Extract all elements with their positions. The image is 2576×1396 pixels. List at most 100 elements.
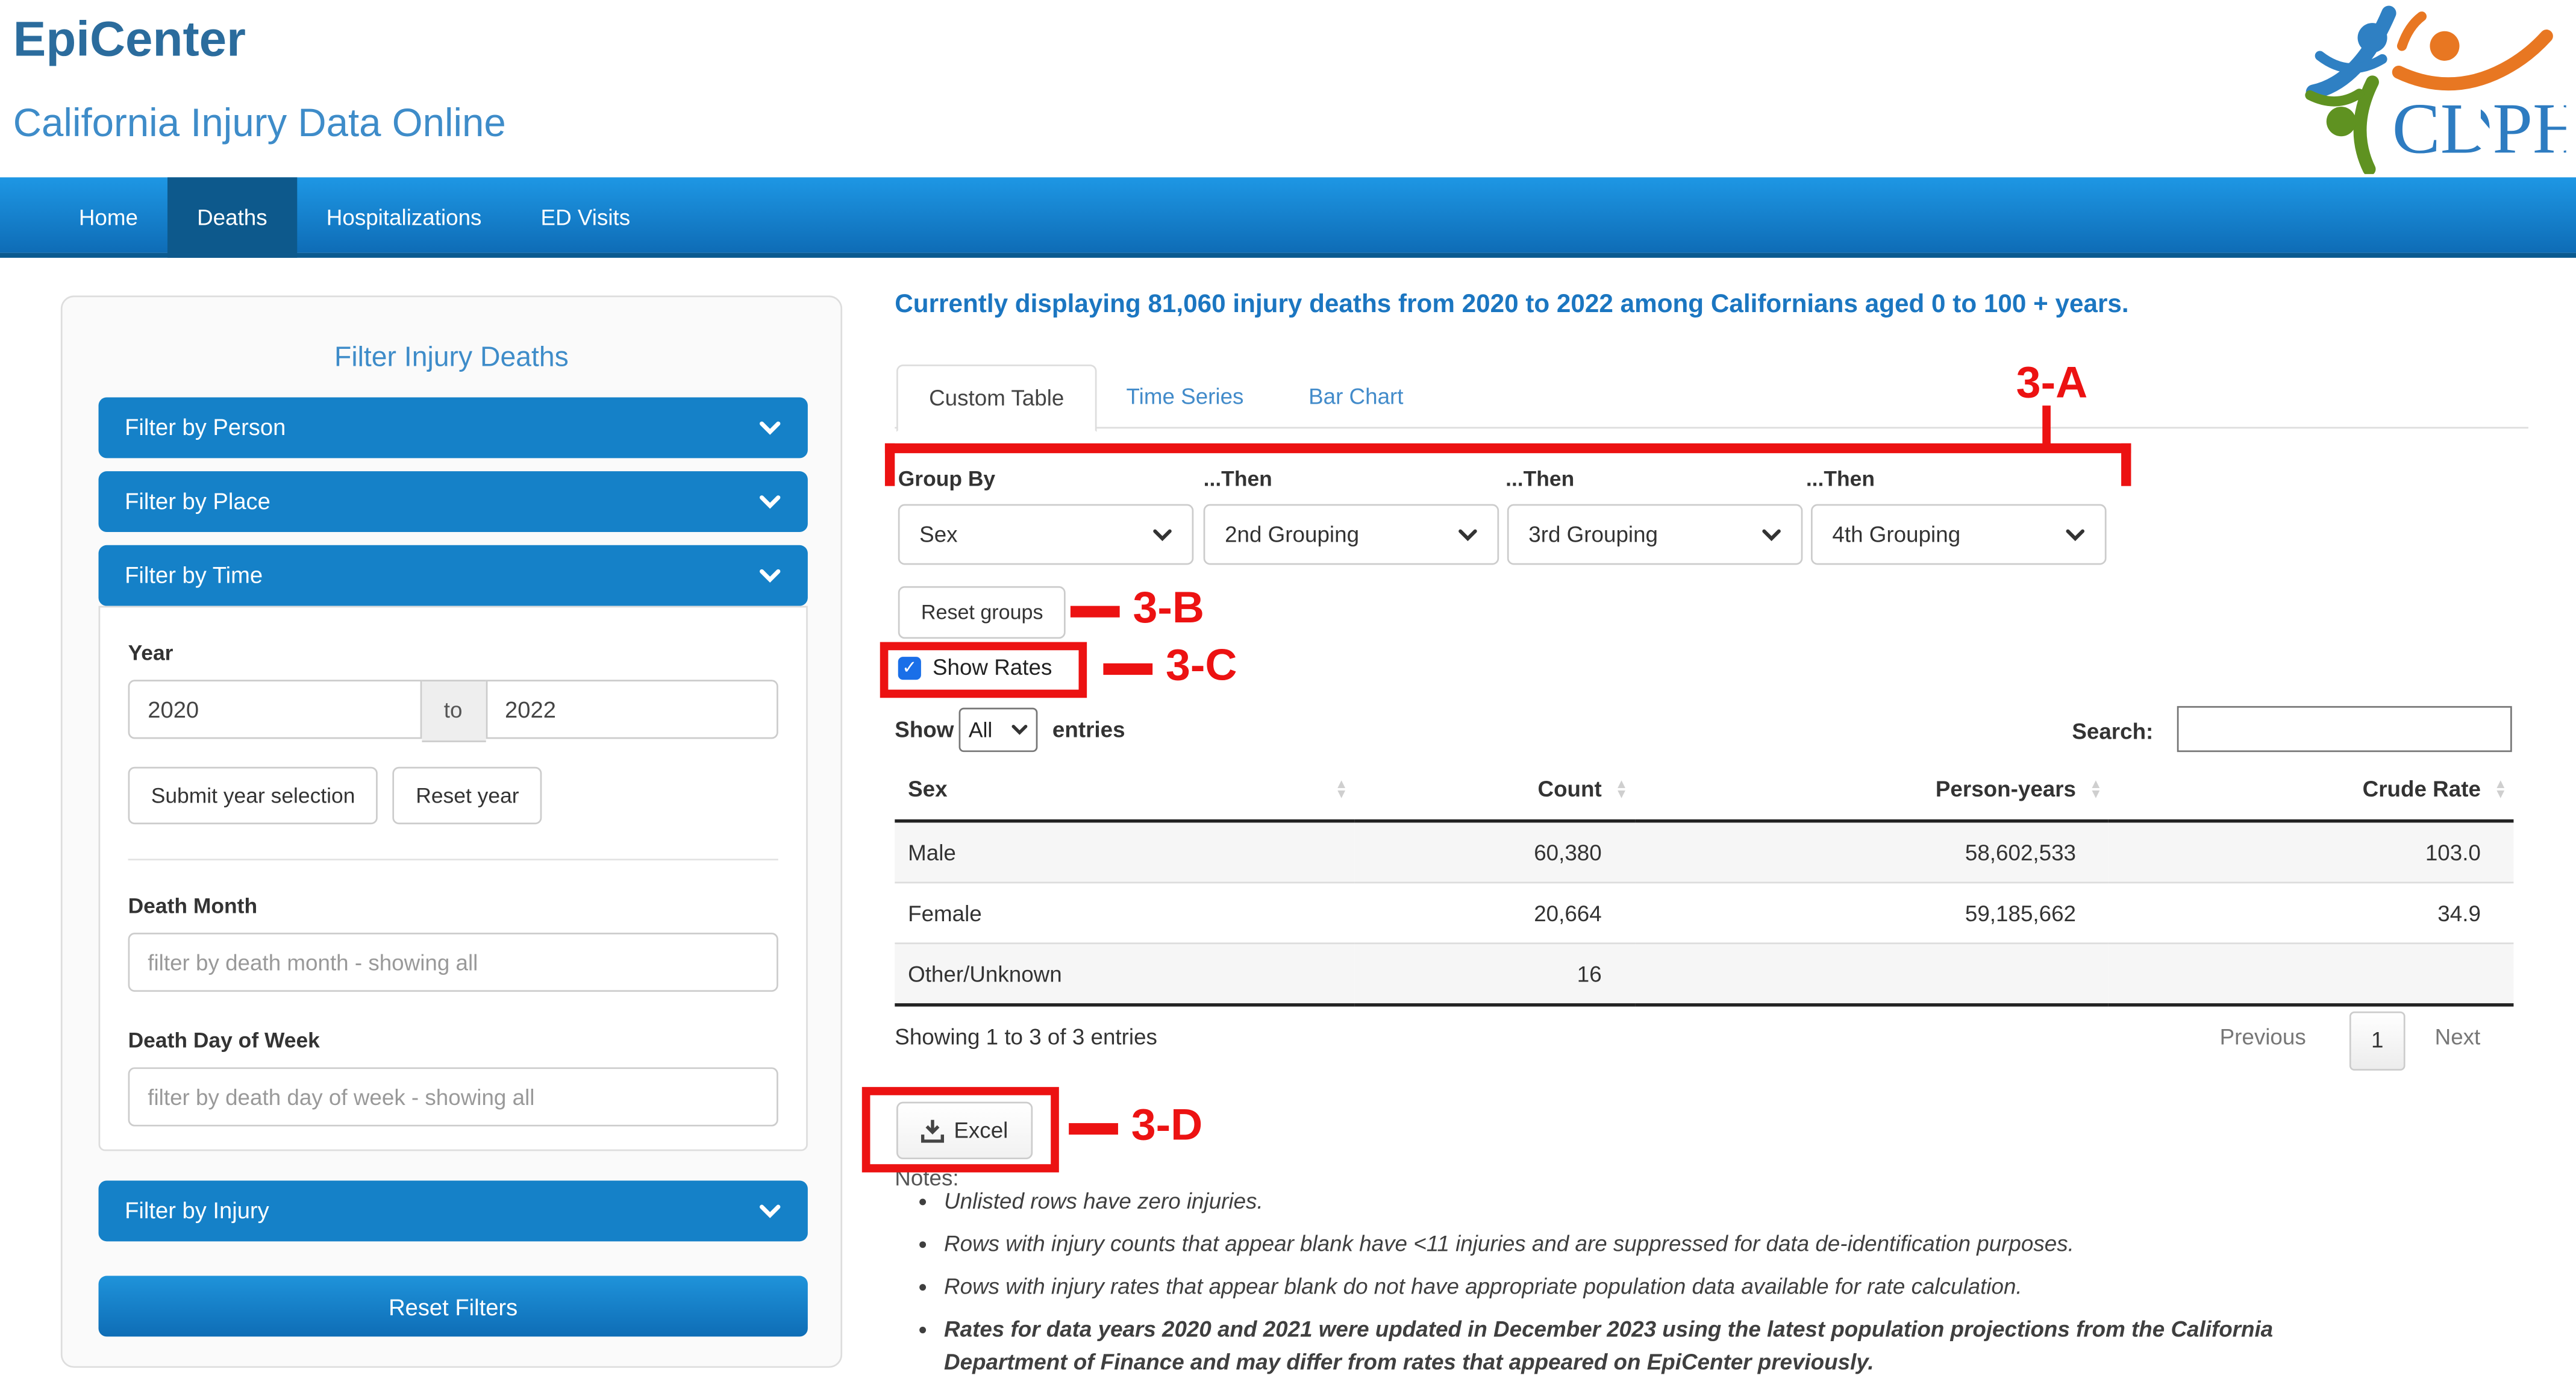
- year-range-group: to: [128, 680, 778, 742]
- chevron-down-icon: [759, 1204, 781, 1218]
- note-line: Rates for data years 2020 and 2021 were …: [944, 1316, 2274, 1342]
- cell-count: 20,664: [1534, 900, 1602, 925]
- cell-sex: Female: [908, 900, 982, 925]
- tab-time-series[interactable]: Time Series: [1127, 365, 1244, 428]
- select-value: 3rd Grouping: [1528, 522, 1658, 547]
- select-value: Sex: [919, 522, 958, 547]
- select-value: 2nd Grouping: [1225, 522, 1360, 547]
- note-item: Rows with injury rates that appear blank…: [944, 1271, 2520, 1304]
- search-label: Search:: [2072, 719, 2154, 744]
- pagination-page-1[interactable]: 1: [2349, 1011, 2406, 1071]
- cell-sex: Male: [908, 839, 956, 865]
- logo-figure-orange: [2392, 30, 2553, 91]
- column-label: Crude Rate: [2362, 777, 2481, 801]
- chevron-down-icon: [759, 421, 781, 434]
- accordion-filter-by-time[interactable]: Filter by Time: [98, 545, 808, 606]
- select-value: All: [968, 717, 993, 742]
- chevron-down-icon: [1458, 528, 1477, 540]
- show-rates-checkbox[interactable]: ✓: [898, 657, 921, 680]
- chevron-down-icon: [1153, 528, 1172, 540]
- death-day-input[interactable]: [128, 1067, 778, 1127]
- table-row: Female 20,664 59,185,662 34.9: [895, 882, 2514, 944]
- cell-sex: Other/Unknown: [908, 961, 1062, 986]
- annotation-3d-rect: [861, 1087, 1059, 1172]
- page: EpiCenter California Injury Data Online …: [0, 0, 2576, 1396]
- then-label-2: ...Then: [1203, 466, 1272, 491]
- accordion-label: Filter by Person: [125, 413, 286, 440]
- column-header-sex[interactable]: Sex ▲ ▼: [895, 759, 1355, 823]
- second-grouping-select[interactable]: 2nd Grouping: [1203, 504, 1499, 565]
- show-entries-suffix: entries: [1052, 717, 1125, 742]
- reset-groups-button[interactable]: Reset groups: [898, 586, 1066, 639]
- annotation-3c-dash: [1103, 663, 1153, 675]
- sort-icon: ▲ ▼: [2493, 775, 2507, 801]
- column-label: Sex: [908, 777, 948, 801]
- filter-by-time-body: Year to Submit year selection Reset year…: [98, 606, 808, 1151]
- show-rates-label: Show Rates: [932, 655, 1052, 680]
- nav-item-hospitalizations[interactable]: Hospitalizations: [297, 177, 511, 258]
- annotation-3c-label: 3-C: [1165, 640, 1237, 690]
- reset-filters-button[interactable]: Reset Filters: [98, 1275, 808, 1337]
- then-label-4: ...Then: [1805, 466, 1875, 491]
- column-header-person-years[interactable]: Person-years ▲ ▼: [1634, 759, 2109, 823]
- submit-year-button[interactable]: Submit year selection: [128, 766, 378, 825]
- year-from-input[interactable]: [128, 680, 422, 739]
- tab-custom-table[interactable]: Custom Table: [896, 365, 1097, 432]
- table-row: Male 60,380 58,602,533 103.0: [895, 821, 2514, 883]
- year-to-input[interactable]: [485, 680, 778, 739]
- accordion-label: Filter by Injury: [125, 1197, 269, 1224]
- cdph-logo: CDPH: [2305, 5, 2566, 174]
- accordion-filter-by-place[interactable]: Filter by Place: [98, 471, 808, 532]
- group-by-label: Group By: [898, 466, 996, 491]
- chevron-down-icon: [1011, 724, 1028, 735]
- nav-item-deaths[interactable]: Deaths: [167, 177, 297, 258]
- annotation-3a-connector: [2042, 405, 2051, 445]
- entries-select[interactable]: All: [958, 707, 1038, 753]
- page-subtitle: California Injury Data Online: [13, 101, 506, 146]
- note-item: Rows with injury counts that appear blan…: [944, 1229, 2520, 1262]
- chevron-down-icon: [759, 494, 781, 509]
- tab-bar-chart[interactable]: Bar Chart: [1308, 365, 1403, 428]
- note-line: Department of Finance and may differ fro…: [944, 1350, 1874, 1375]
- table-summary: Showing 1 to 3 of 3 entries: [895, 1024, 1157, 1050]
- sort-icon: ▲ ▼: [1615, 775, 1628, 801]
- nav-item-ed-visits[interactable]: ED Visits: [511, 177, 660, 258]
- death-month-input[interactable]: [128, 932, 778, 992]
- third-grouping-select[interactable]: 3rd Grouping: [1507, 504, 1803, 565]
- sort-icon: ▲ ▼: [2089, 775, 2102, 801]
- pagination-previous[interactable]: Previous: [2220, 1025, 2306, 1050]
- column-header-crude-rate[interactable]: Crude Rate ▲ ▼: [2109, 759, 2514, 823]
- cell-person-years: 58,602,533: [1965, 839, 2077, 865]
- fourth-grouping-select[interactable]: 4th Grouping: [1811, 504, 2107, 565]
- group-by-select[interactable]: Sex: [898, 504, 1194, 565]
- filter-panel-title: Filter Injury Deaths: [334, 341, 569, 373]
- accordion-label: Filter by Place: [125, 487, 270, 515]
- show-entries-prefix: Show: [895, 717, 954, 742]
- reset-year-button[interactable]: Reset year: [393, 766, 542, 825]
- cell-person-years: [1634, 944, 2109, 1005]
- nav-item-home[interactable]: Home: [49, 177, 167, 258]
- search-input[interactable]: [2177, 706, 2512, 753]
- note-item-bold: Rates for data years 2020 and 2021 were …: [944, 1313, 2520, 1379]
- annotation-3a-bracket-bar: [884, 443, 2131, 454]
- cell-crude-rate: [2109, 944, 2514, 1005]
- annotation-3d-label: 3-D: [1131, 1100, 1203, 1150]
- column-label: Count: [1537, 777, 1602, 801]
- cell-person-years: 59,185,662: [1965, 900, 2077, 925]
- column-label: Person-years: [1935, 777, 2077, 801]
- death-day-label: Death Day of Week: [128, 1028, 320, 1053]
- annotation-3d-dash: [1069, 1123, 1118, 1135]
- accordion-label: Filter by Time: [125, 562, 263, 588]
- table-row: Other/Unknown 16: [895, 943, 2514, 1005]
- divider: [128, 859, 778, 861]
- chevron-down-icon: [2066, 528, 2085, 540]
- column-header-count[interactable]: Count ▲ ▼: [1354, 759, 1635, 823]
- annotation-3b-dash: [1070, 606, 1120, 618]
- accordion-filter-by-injury[interactable]: Filter by Injury: [98, 1180, 808, 1242]
- pagination-next[interactable]: Next: [2435, 1025, 2481, 1050]
- note-item: Unlisted rows have zero injuries.: [944, 1186, 2520, 1219]
- results-heading: Currently displaying 81,060 injury death…: [895, 290, 2129, 319]
- death-month-label: Death Month: [128, 893, 258, 918]
- annotation-3a-bracket-left: [884, 443, 895, 486]
- accordion-filter-by-person[interactable]: Filter by Person: [98, 397, 808, 459]
